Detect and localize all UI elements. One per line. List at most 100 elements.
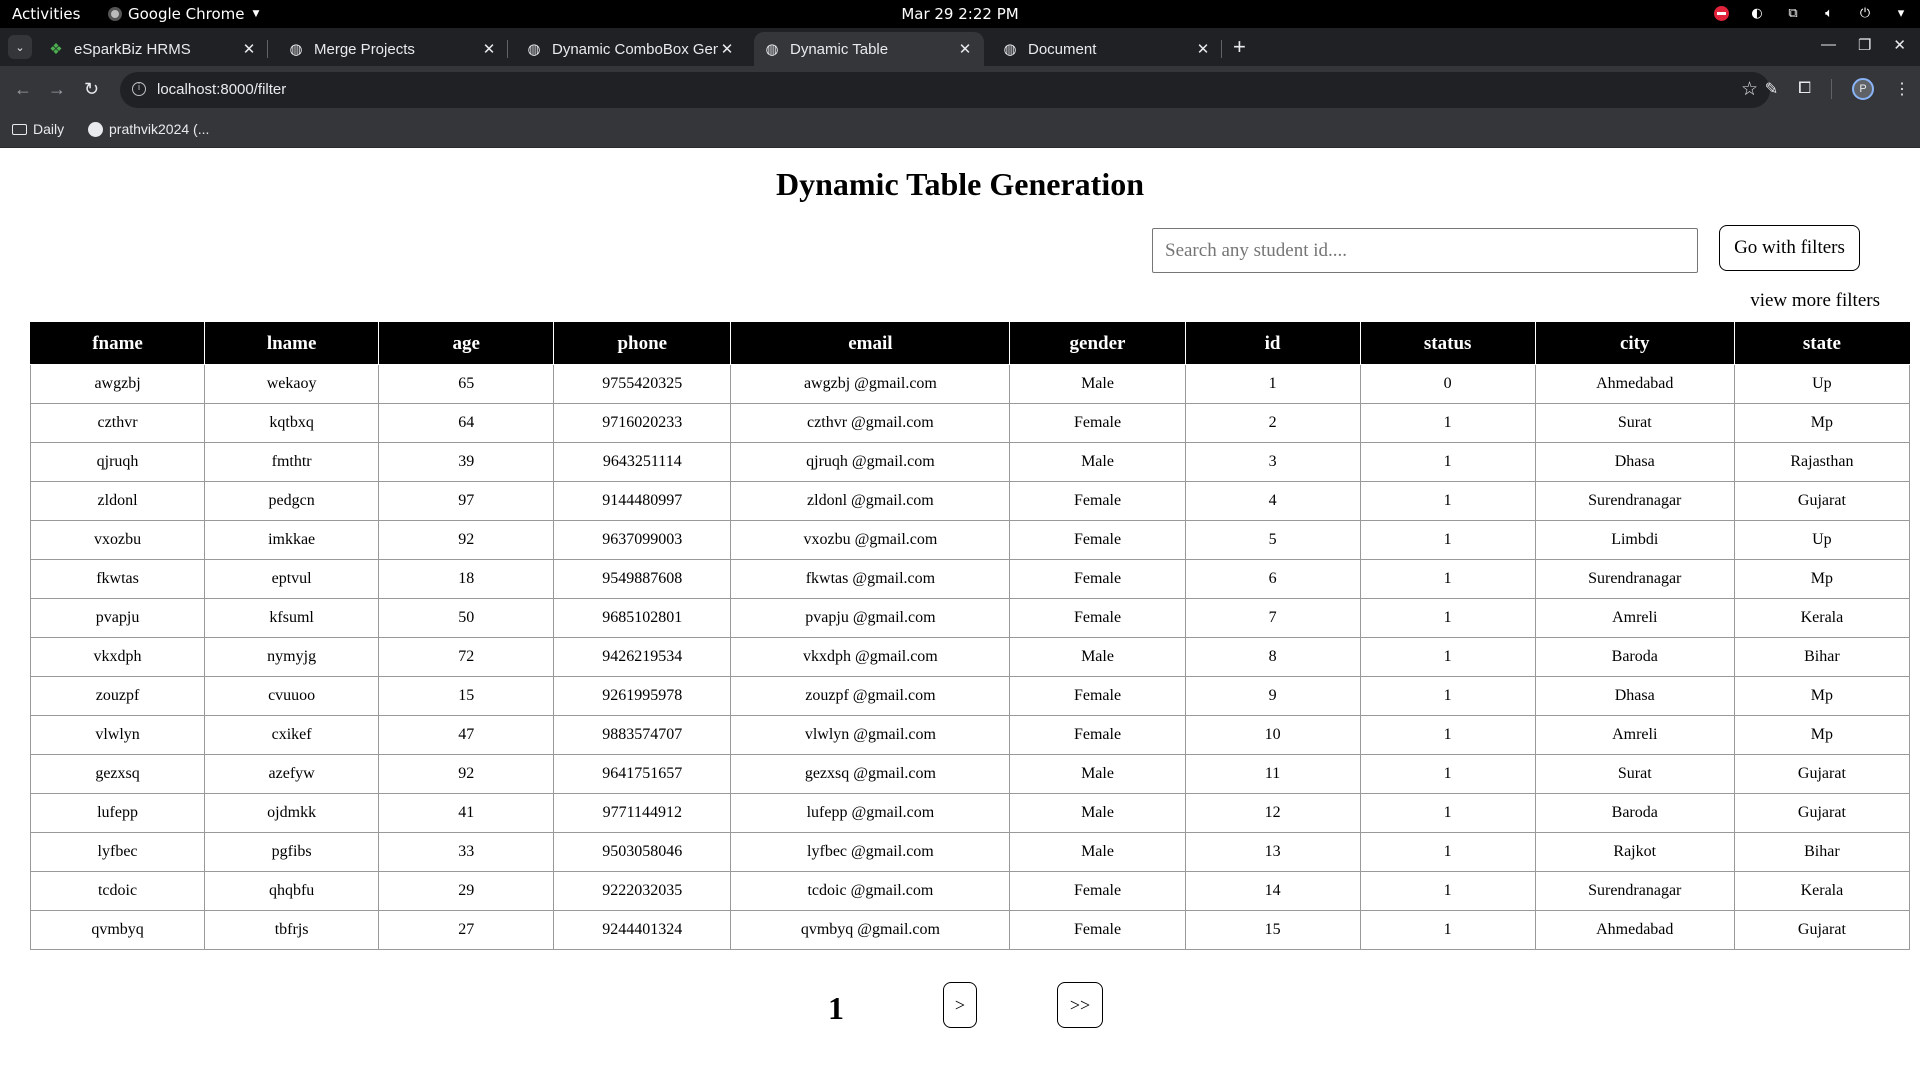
close-tab-icon[interactable]: ✕: [956, 40, 974, 58]
column-header-email: email: [730, 322, 1011, 365]
globe-icon: ◍: [765, 41, 779, 58]
cell-age: 64: [378, 403, 555, 443]
cell-lname: eptvul: [204, 559, 380, 599]
tab-2[interactable]: ◍ Merge Projects ✕: [278, 32, 508, 66]
last-page-button[interactable]: >>: [1057, 982, 1103, 1028]
cell-state: Gujarat: [1733, 910, 1911, 950]
cell-age: 18: [378, 559, 555, 599]
forward-icon[interactable]: →: [48, 79, 66, 99]
page-title: Dynamic Table Generation: [775, 166, 1144, 202]
cell-email: vxozbu @gmail.com: [730, 520, 1011, 560]
cell-gender: Female: [1009, 871, 1186, 911]
cell-id: 4: [1184, 481, 1361, 521]
site-info-icon[interactable]: i: [132, 82, 146, 96]
cell-phone: 9637099003: [553, 520, 732, 560]
column-header-id: id: [1184, 322, 1361, 365]
tab-5[interactable]: ◍ Document ✕: [992, 32, 1222, 66]
cell-city: Ahmedabad: [1534, 910, 1735, 950]
cell-email: zldonl @gmail.com: [730, 481, 1011, 521]
cell-age: 47: [378, 715, 555, 755]
table-row: vxozbu imkkae 92 9637099003 vxozbu @gmail.co…: [29, 520, 1911, 560]
cell-gender: Female: [1009, 481, 1186, 521]
do-not-disturb-icon[interactable]: [1712, 4, 1730, 22]
close-window-icon[interactable]: ✕: [1893, 36, 1906, 54]
tab-search-button[interactable]: ⌄: [8, 35, 32, 59]
profile-avatar[interactable]: P: [1852, 78, 1874, 100]
network-icon[interactable]: ⧉: [1784, 4, 1802, 22]
go-with-filters-button[interactable]: Go with filters: [1719, 225, 1860, 271]
tab-separator: [267, 40, 268, 58]
globe-icon: ◍: [1003, 41, 1017, 58]
cell-email: zouzpf @gmail.com: [730, 676, 1011, 716]
cell-phone: 9641751657: [553, 754, 732, 794]
table-row: lyfbec pgfibs 33 9503058046 lyfbec @gmail.co…: [29, 832, 1911, 872]
tab-strip: ⌄ ❖ eSparkBiz HRMS ✕ ◍ Merge Projects ✕ ◍ Dynam…: [0, 28, 1920, 66]
extensions-icon[interactable]: ⧠: [1798, 80, 1811, 98]
cell-fname: gezxsq: [29, 754, 206, 794]
system-top-bar: Activities Google Chrome ▼ Mar 29 2:22 P…: [0, 0, 1920, 28]
column-header-phone: phone: [553, 322, 732, 365]
reload-icon[interactable]: ↻: [84, 79, 99, 99]
close-tab-icon[interactable]: ✕: [1194, 40, 1212, 58]
student-id-search-input[interactable]: [1152, 228, 1698, 273]
cell-id: 2: [1184, 403, 1361, 443]
tab-4[interactable]: ◍ Dynamic Table ✕: [754, 32, 984, 66]
cell-gender: Female: [1009, 715, 1186, 755]
cell-city: Ahmedabad: [1534, 364, 1735, 404]
back-icon[interactable]: ←: [14, 79, 32, 99]
next-page-button[interactable]: >: [943, 982, 977, 1028]
view-more-filters-link[interactable]: view more filters: [1750, 290, 1880, 312]
column-header-gender: gender: [1009, 322, 1186, 365]
table-row: zouzpf cvuuoo 15 9261995978 zouzpf @gmail.co…: [29, 676, 1911, 716]
cell-id: 15: [1184, 910, 1361, 950]
url-text[interactable]: localhost:8000/filter: [157, 81, 286, 98]
cell-id: 6: [1184, 559, 1361, 599]
cell-state: Kerala: [1733, 598, 1911, 638]
menu-kebab-icon[interactable]: ⋮: [1894, 79, 1910, 99]
window-controls: — ❐ ✕: [1821, 36, 1906, 54]
cell-email: vkxdph @gmail.com: [730, 637, 1011, 677]
cell-city: Dhasa: [1534, 442, 1735, 482]
tab-3[interactable]: ◍ Dynamic ComboBox Gen ✕: [516, 32, 746, 66]
volume-icon[interactable]: 🔈︎: [1820, 4, 1838, 22]
cell-fname: lufepp: [29, 793, 206, 833]
night-light-icon[interactable]: ◐: [1748, 4, 1766, 22]
cell-state: Up: [1733, 364, 1911, 404]
cell-state: Rajasthan: [1733, 442, 1911, 482]
bookmark-github[interactable]: prathvik2024 (...: [88, 121, 209, 137]
cell-status: 1: [1359, 598, 1536, 638]
address-bar[interactable]: i localhost:8000/filter ☆: [120, 72, 1770, 108]
eyedropper-icon[interactable]: ✎: [1765, 79, 1778, 99]
cell-id: 8: [1184, 637, 1361, 677]
cell-fname: zldonl: [29, 481, 206, 521]
close-tab-icon[interactable]: ✕: [480, 40, 498, 58]
cell-lname: kqtbxq: [204, 403, 380, 443]
cell-lname: tbfrjs: [204, 910, 380, 950]
cell-fname: pvapju: [29, 598, 206, 638]
close-tab-icon[interactable]: ✕: [718, 40, 736, 58]
cell-fname: czthvr: [29, 403, 206, 443]
chevron-down-icon[interactable]: ▾: [1892, 4, 1910, 22]
cell-gender: Female: [1009, 910, 1186, 950]
cell-status: 1: [1359, 715, 1536, 755]
cell-state: Bihar: [1733, 637, 1911, 677]
tab-1[interactable]: ❖ eSparkBiz HRMS ✕: [38, 32, 268, 66]
app-menu[interactable]: Google Chrome ▼: [108, 5, 259, 23]
maximize-icon[interactable]: ❐: [1858, 36, 1871, 54]
table-row: fkwtas eptvul 18 9549887608 fkwtas @gmail.co…: [29, 559, 1911, 599]
table-row: awgzbj wekaoy 65 9755420325 awgzbj @gmail.co…: [29, 364, 1911, 404]
bookmark-daily[interactable]: Daily: [12, 121, 64, 137]
bookmark-star-icon[interactable]: ☆: [1741, 78, 1758, 101]
system-tray[interactable]: ◐ ⧉ 🔈︎ ⏻ ▾: [1712, 4, 1910, 22]
cell-lname: wekaoy: [204, 364, 380, 404]
cell-state: Bihar: [1733, 832, 1911, 872]
minimize-icon[interactable]: —: [1821, 36, 1836, 54]
cell-status: 1: [1359, 832, 1536, 872]
clock[interactable]: Mar 29 2:22 PM: [901, 5, 1018, 23]
activities-button[interactable]: Activities: [12, 5, 80, 23]
power-icon[interactable]: ⏻: [1856, 4, 1874, 22]
new-tab-button[interactable]: +: [1233, 36, 1246, 58]
cell-city: Amreli: [1534, 715, 1735, 755]
cell-lname: kfsuml: [204, 598, 380, 638]
close-tab-icon[interactable]: ✕: [240, 40, 258, 58]
